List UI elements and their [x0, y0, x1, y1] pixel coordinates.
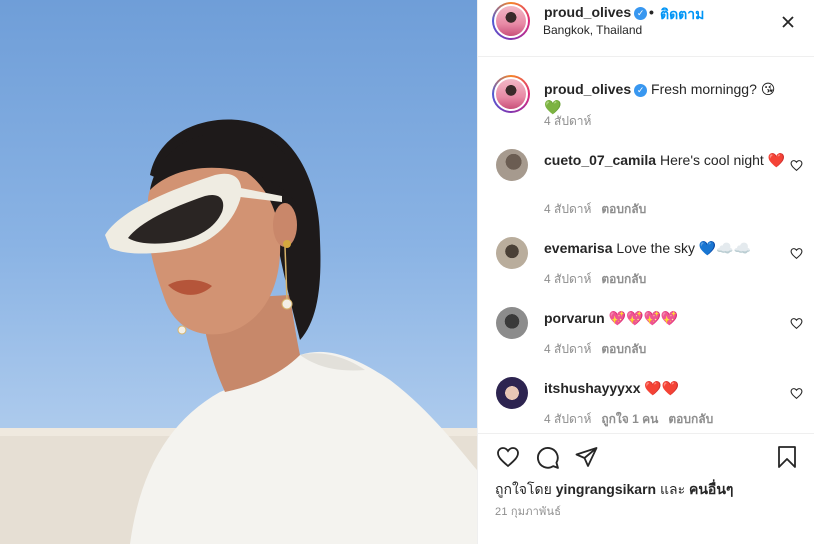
reply-button[interactable]: ตอบกลับ [668, 412, 713, 426]
actions-divider [478, 433, 814, 434]
comment-time[interactable]: 4 สัปดาห์ [544, 272, 591, 286]
comment-text: ❤️❤️ [644, 380, 680, 396]
separator-dot: • [649, 4, 654, 20]
comment-meta: 4 สัปดาห์ ตอบกลับ [544, 200, 656, 219]
comment-meta: 4 สัปดาห์ ถูกใจ 1 คน ตอบกลับ [544, 410, 723, 429]
author-username-text[interactable]: proud_olives [544, 4, 631, 20]
comment-time[interactable]: 4 สัปดาห์ [544, 202, 591, 216]
comment: cueto_07_camila Here's cool night ❤️ [544, 151, 789, 169]
comment-text: Love the sky 💙☁️☁️ [616, 240, 752, 256]
comment-bubble-icon[interactable] [535, 445, 560, 470]
post-photo-illustration [0, 119, 477, 544]
follow-button[interactable]: ติดตาม [660, 4, 704, 26]
comment-meta: 4 สัปดาห์ ตอบกลับ [544, 270, 656, 289]
caption-time[interactable]: 4 สัปดาห์ [544, 114, 591, 128]
reply-button[interactable]: ตอบกลับ [601, 202, 646, 216]
header-divider [478, 56, 814, 57]
comment-time[interactable]: 4 สัปดาห์ [544, 342, 591, 356]
comment-username[interactable]: itshushayyyxx [544, 380, 641, 396]
verified-badge-icon: ✓ [634, 84, 648, 97]
reply-button[interactable]: ตอบกลับ [601, 272, 646, 286]
earring [283, 240, 291, 248]
caption-username[interactable]: proud_olives [544, 81, 631, 97]
author-avatar[interactable] [492, 2, 530, 40]
author-username[interactable]: proud_olives ✓ [544, 4, 648, 20]
like-heart-icon[interactable] [495, 445, 521, 469]
ear [273, 203, 297, 247]
post-location[interactable]: Bangkok, Thailand [543, 23, 642, 37]
post-date[interactable]: 21 กุมภาพันธ์ [495, 502, 561, 520]
comment: itshushayyyxx ❤️❤️ [544, 379, 789, 397]
caption-meta: 4 สัปดาห์ [544, 112, 601, 131]
comment: evemarisa Love the sky 💙☁️☁️ [544, 239, 789, 257]
comment: porvarun 💖💖💖💖 [544, 309, 789, 327]
comment-avatar[interactable] [496, 307, 528, 339]
comment-meta: 4 สัปดาห์ ตอบกลับ [544, 340, 656, 359]
comment-username[interactable]: evemarisa [544, 240, 613, 256]
verified-badge-icon: ✓ [634, 7, 648, 20]
liked-by: ถูกใจโดย yingrangsikarn และ คนอื่นๆ [495, 479, 733, 501]
reply-button[interactable]: ตอบกลับ [601, 342, 646, 356]
comment-avatar[interactable] [496, 149, 528, 181]
white-shirt [130, 351, 477, 544]
comment-username[interactable]: cueto_07_camila [544, 152, 656, 168]
liked-by-others[interactable]: คนอื่นๆ [689, 481, 733, 497]
comment-text: Here's cool night ❤️ [659, 152, 786, 168]
post-photo[interactable] [0, 0, 477, 544]
close-icon[interactable] [781, 15, 795, 29]
comment-like-heart-icon[interactable] [790, 317, 803, 330]
comment-like-heart-icon[interactable] [790, 387, 803, 400]
comment-like-count[interactable]: ถูกใจ 1 คน [601, 412, 658, 426]
save-bookmark-icon[interactable] [777, 445, 797, 469]
comment-avatar[interactable] [496, 377, 528, 409]
post-side-panel: proud_olives ✓ • ติดตาม Bangkok, Thailand… [477, 0, 814, 544]
comment-like-heart-icon[interactable] [790, 159, 803, 172]
comment-time[interactable]: 4 สัปดาห์ [544, 412, 591, 426]
comment-username[interactable]: porvarun [544, 310, 605, 326]
comment-like-heart-icon[interactable] [790, 247, 803, 260]
share-paper-plane-icon[interactable] [574, 445, 599, 469]
comment-avatar[interactable] [496, 237, 528, 269]
liked-by-user[interactable]: yingrangsikarn [556, 481, 656, 497]
caption: proud_olives ✓ Fresh morningg? 😘💚 [544, 80, 789, 116]
comment-text: 💖💖💖💖 [608, 310, 679, 326]
liked-by-and: และ [659, 481, 686, 497]
liked-by-prefix: ถูกใจโดย [495, 481, 552, 497]
caption-avatar[interactable] [492, 75, 530, 113]
